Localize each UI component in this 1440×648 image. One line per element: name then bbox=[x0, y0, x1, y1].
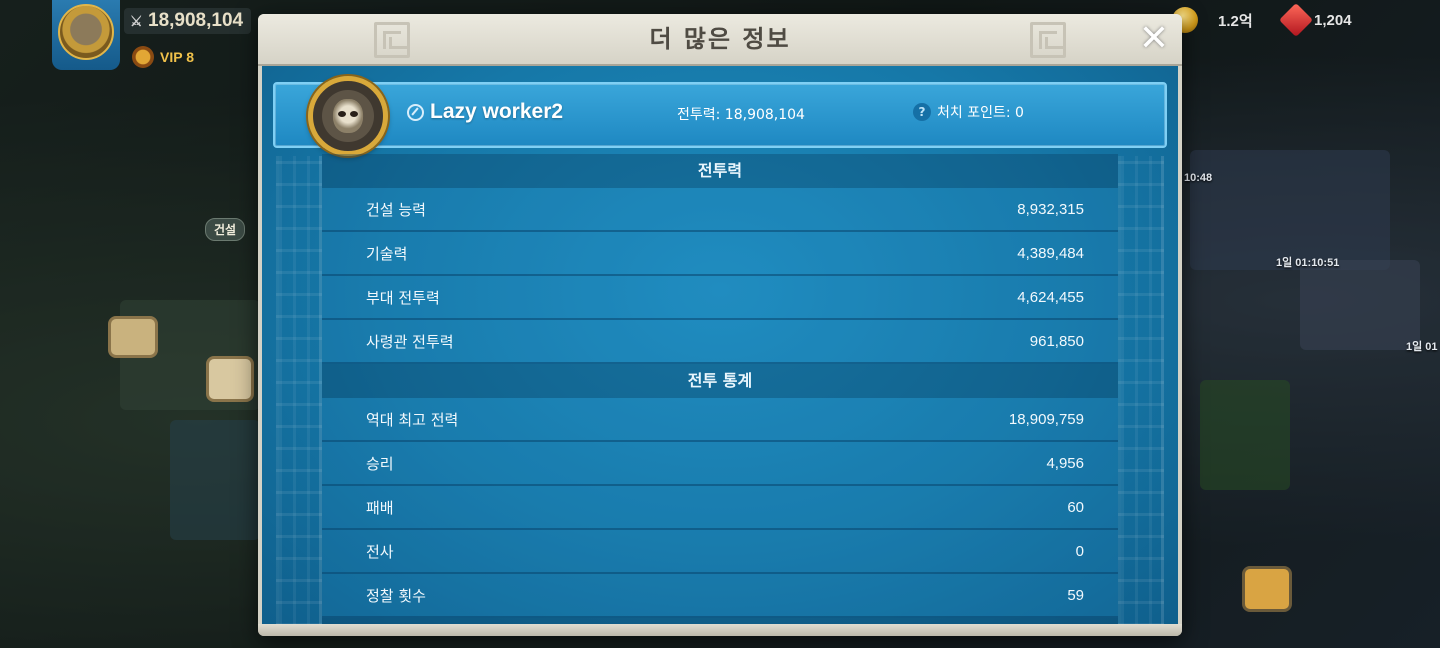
stat-value: 4,389,484 bbox=[1017, 244, 1084, 262]
stat-value: 59 bbox=[1067, 586, 1084, 604]
stat-label: 패배 bbox=[366, 498, 394, 517]
stat-value: 961,850 bbox=[1029, 332, 1084, 350]
stat-row: 역대 최고 전력 18,909,759 bbox=[322, 398, 1118, 442]
gem-amount: 1,204 bbox=[1314, 11, 1352, 29]
stat-label: 승리 bbox=[366, 454, 394, 473]
build-tag[interactable]: 건설 bbox=[205, 218, 246, 241]
stat-row: 기술력 4,389,484 bbox=[322, 232, 1118, 276]
stat-label: 정찰 횟수 bbox=[366, 586, 426, 605]
stat-value: 8,932,315 bbox=[1017, 200, 1084, 218]
vip-badge[interactable]: VIP 8 bbox=[132, 46, 194, 68]
sword-icon: ⚔ bbox=[130, 13, 143, 29]
close-icon[interactable]: ✕ bbox=[1136, 21, 1172, 58]
player-power: 전투력: 18,908,104 bbox=[677, 107, 805, 123]
dialog-body: Lazy worker2 전투력: 18,908,104 ? 처치 포인트: 0… bbox=[262, 66, 1178, 626]
player-name: Lazy worker2 bbox=[430, 100, 564, 123]
stat-row: 정찰 횟수 59 bbox=[322, 574, 1118, 618]
timer-label-2: 1일 01:10:51 bbox=[1276, 257, 1340, 269]
stat-row: 부대 전투력 4,624,455 bbox=[322, 276, 1118, 320]
event-icon[interactable] bbox=[1242, 566, 1292, 612]
stat-row: 패배 60 bbox=[322, 486, 1118, 530]
gold-resource[interactable]: 1.2억 bbox=[1172, 6, 1253, 34]
stat-label: 부대 전투력 bbox=[366, 288, 440, 307]
stat-label: 전사 bbox=[366, 542, 394, 561]
stat-value: 60 bbox=[1067, 498, 1084, 516]
player-avatar[interactable] bbox=[308, 76, 388, 156]
stat-label: 건설 능력 bbox=[366, 200, 426, 219]
stat-row: 전사 0 bbox=[322, 530, 1118, 574]
stats-list[interactable]: 전투력 건설 능력 8,932,315 기술력 4,389,484 부대 전투력… bbox=[322, 154, 1118, 626]
dialog-header: 더 많은 정보 ✕ bbox=[258, 14, 1182, 66]
gem-resource[interactable]: 1,204 bbox=[1279, 3, 1352, 37]
player-summary: Lazy worker2 전투력: 18,908,104 ? 처치 포인트: 0 bbox=[273, 76, 1167, 156]
dialog-title: 더 많은 정보 bbox=[649, 25, 791, 53]
sloth-face-icon bbox=[333, 99, 363, 133]
kill-points-label: 처치 포인트: 0 bbox=[937, 105, 1024, 121]
dialog-footer bbox=[258, 624, 1182, 636]
section-title-battle-stats: 전투 통계 bbox=[322, 364, 1118, 398]
stat-value: 4,624,455 bbox=[1017, 288, 1084, 306]
avatar-eye-right bbox=[350, 111, 358, 117]
gem-icon bbox=[1279, 3, 1313, 37]
kill-points: ? 처치 포인트: 0 bbox=[913, 102, 1024, 122]
stat-label: 역대 최고 전력 bbox=[366, 410, 459, 429]
greek-border-right bbox=[1118, 156, 1164, 626]
stat-value: 18,909,759 bbox=[1008, 410, 1084, 428]
greek-border-left bbox=[276, 156, 322, 626]
stat-row: 건설 능력 8,932,315 bbox=[322, 188, 1118, 232]
hud-avatar-icon bbox=[58, 4, 114, 60]
rename-icon[interactable] bbox=[407, 103, 424, 121]
stat-label: 기술력 bbox=[366, 244, 408, 263]
avatar-eye-left bbox=[338, 111, 346, 117]
vip-crest-icon bbox=[132, 46, 154, 68]
section-title-power: 전투력 bbox=[322, 154, 1118, 188]
help-icon[interactable]: ? bbox=[913, 103, 931, 121]
map-building-icon[interactable] bbox=[206, 356, 254, 402]
player-name-group[interactable]: Lazy worker2 bbox=[407, 100, 563, 124]
stat-value: 0 bbox=[1075, 542, 1084, 560]
hud-power-value: 18,908,104 bbox=[148, 10, 244, 31]
hud-power: ⚔ 18,908,104 bbox=[124, 8, 252, 34]
scroll-icon[interactable] bbox=[108, 316, 158, 358]
gold-amount: 1.2억 bbox=[1218, 12, 1253, 30]
stat-row: 승리 4,956 bbox=[322, 442, 1118, 486]
timer-label-3: 1일 01 bbox=[1406, 341, 1438, 353]
stat-row: 사령관 전투력 961,850 bbox=[322, 320, 1118, 364]
timer-label-1: 10:48 bbox=[1184, 172, 1213, 184]
more-info-dialog: 더 많은 정보 ✕ Lazy worker2 전투력: 18,908,104 ?… bbox=[258, 14, 1182, 636]
stat-value: 4,956 bbox=[1046, 454, 1084, 472]
stat-label: 사령관 전투력 bbox=[366, 332, 454, 351]
player-avatar-hud[interactable] bbox=[52, 0, 120, 70]
vip-label: VIP 8 bbox=[160, 49, 194, 65]
